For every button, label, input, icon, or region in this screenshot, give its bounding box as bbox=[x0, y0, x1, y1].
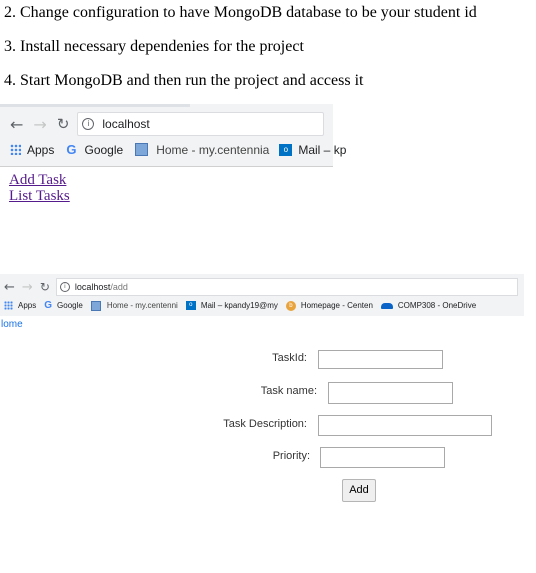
priority-label: Priority: bbox=[272, 450, 310, 462]
priority-input[interactable] bbox=[320, 447, 445, 468]
task-description-input[interactable] bbox=[318, 415, 492, 436]
add-task-form: TaskId: Task name: Task Description: Pri… bbox=[0, 0, 536, 573]
task-name-label: Task name: bbox=[260, 385, 317, 397]
add-button[interactable]: Add bbox=[342, 479, 376, 502]
taskid-label: TaskId: bbox=[272, 352, 307, 364]
task-description-label: Task Description: bbox=[223, 418, 307, 430]
task-name-input[interactable] bbox=[328, 382, 453, 404]
taskid-input[interactable] bbox=[318, 350, 443, 369]
